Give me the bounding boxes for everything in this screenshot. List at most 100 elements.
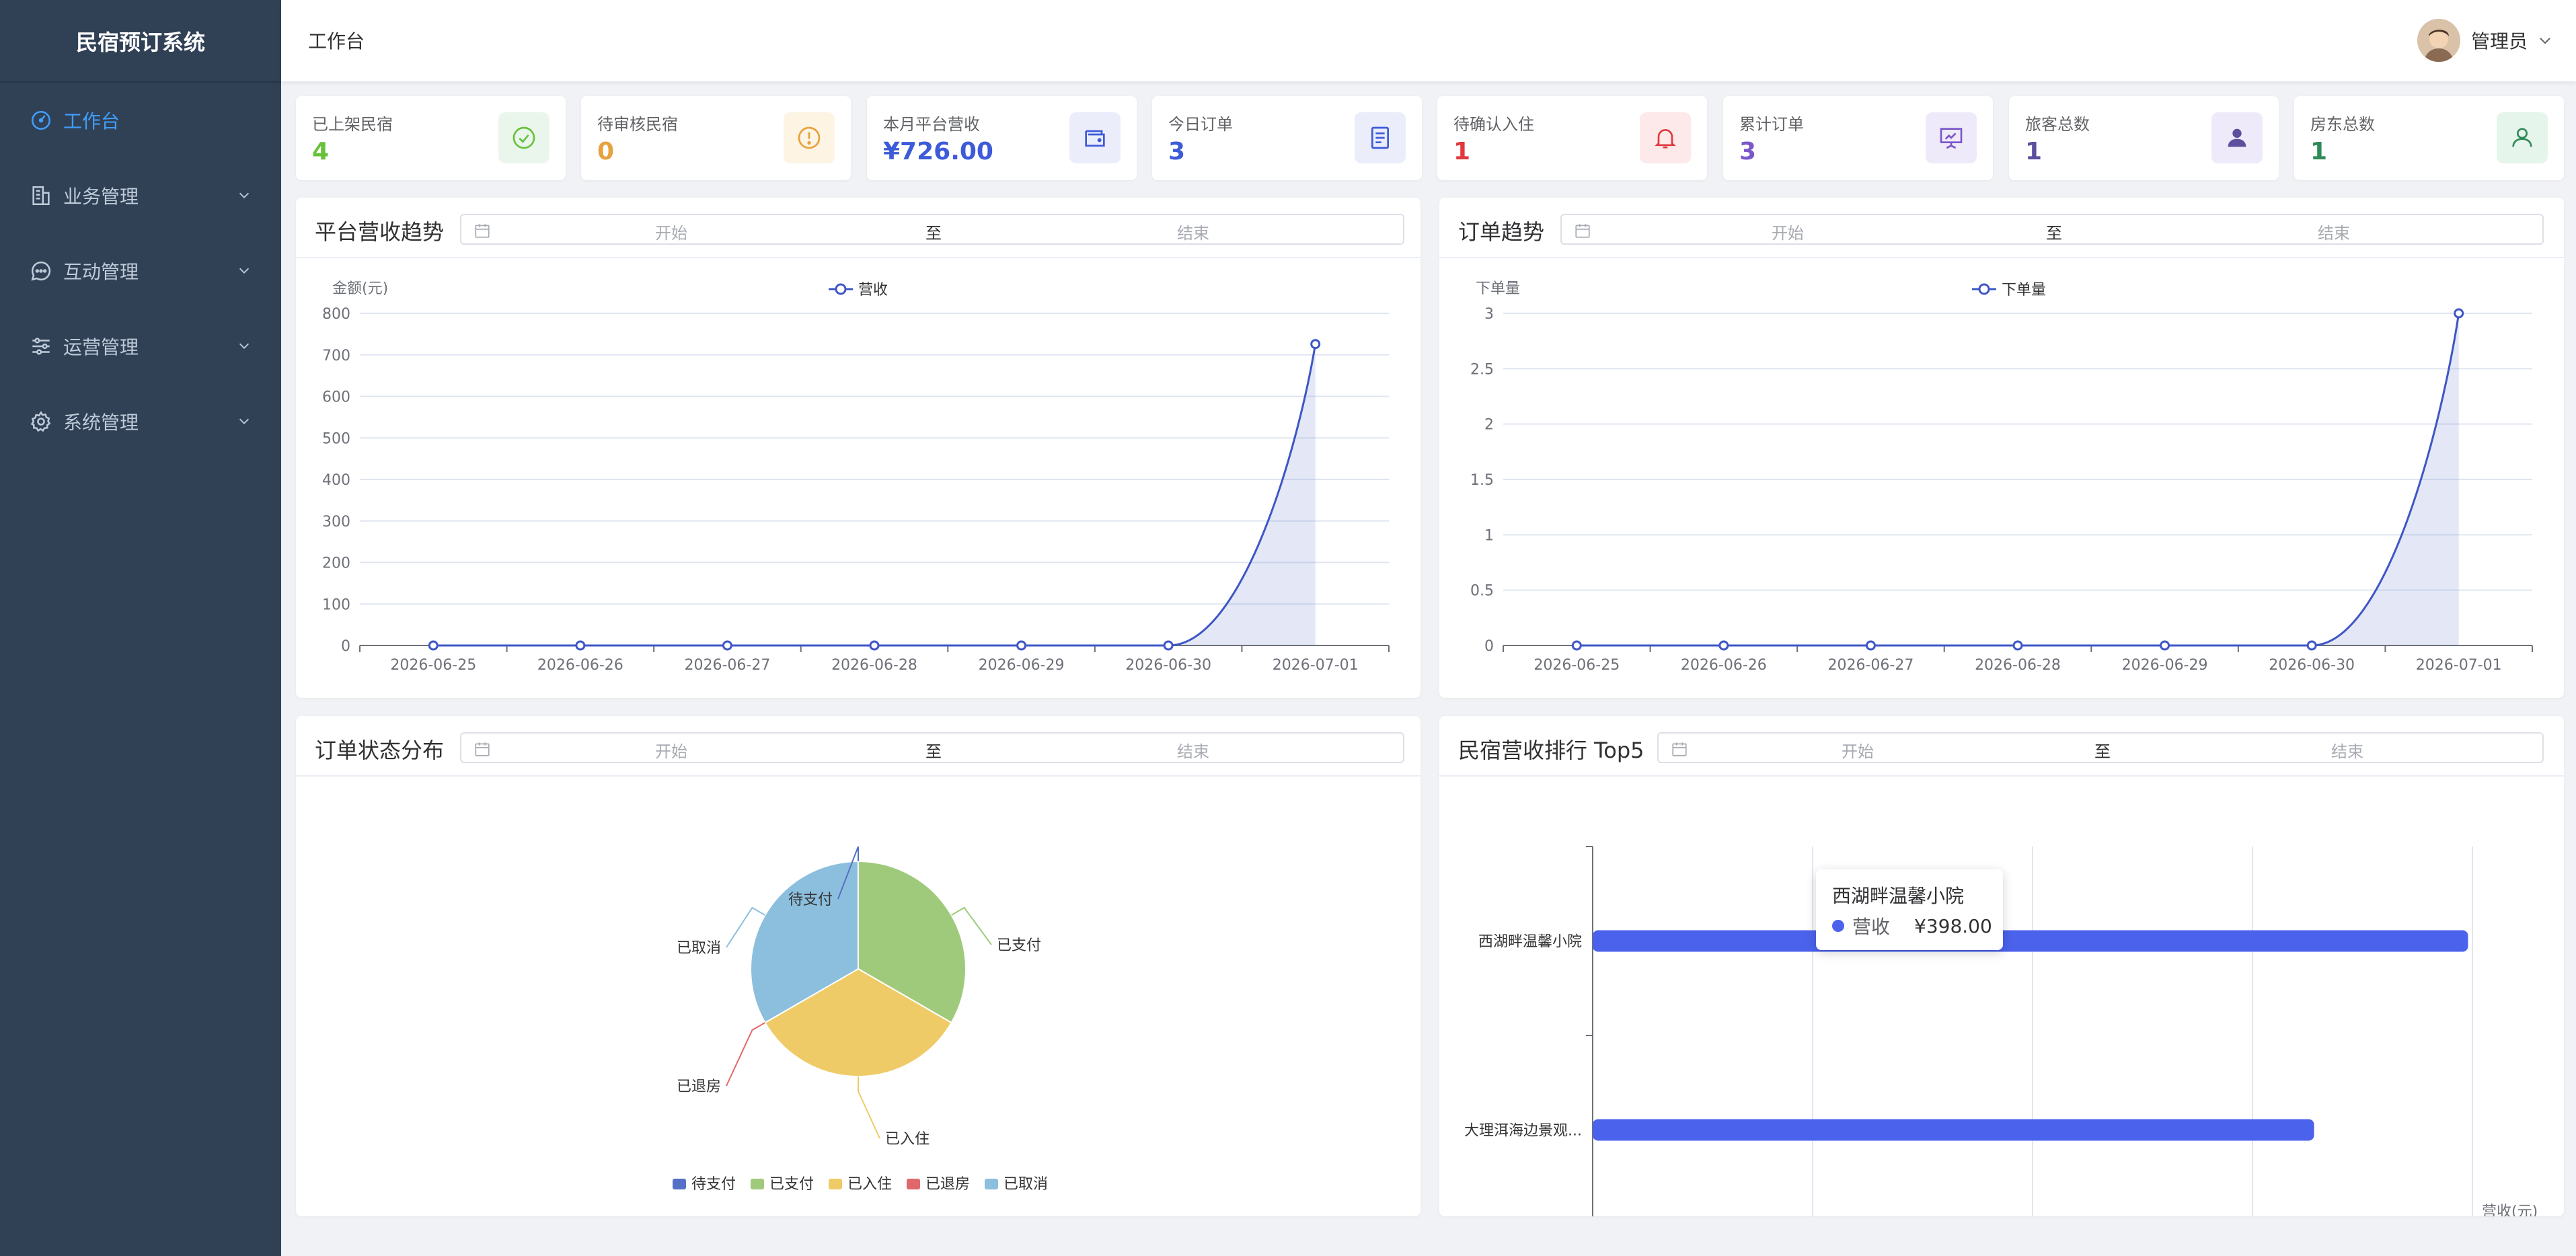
- sliders-icon: [32, 338, 50, 355]
- panel-header: 订单状态分布 开始 至 结束: [296, 716, 1420, 777]
- chevron-down-icon: [239, 192, 250, 198]
- user-name: 管理员: [2470, 30, 2528, 52]
- wallet-icon: [1069, 112, 1121, 163]
- date-separator: 至: [2046, 224, 2062, 243]
- stat-label: 已上架民宿: [312, 115, 393, 134]
- panel-order-trend: 订单趋势 开始 至 结束 0 0.5 1 1.5 2 2.5 3 下单量 下单量 2026-06-…: [1439, 198, 2564, 698]
- date-separator: 至: [925, 224, 942, 243]
- legend-swatch: [673, 1179, 686, 1189]
- data-point: [1718, 640, 1729, 651]
- date-end-input[interactable]: 结束: [2318, 220, 2350, 243]
- date-end-input[interactable]: 结束: [2331, 738, 2363, 762]
- stat-value: 1: [2310, 138, 2328, 165]
- panel-top5-revenue: 民宿营收排行 Top5 开始 至 结束 0100200300400营收(元)西湖…: [1439, 716, 2564, 1216]
- user-menu[interactable]: 管理员: [2417, 19, 2553, 62]
- panel-title: 订单状态分布: [315, 738, 445, 763]
- y-tick-label: 1: [1484, 527, 1494, 544]
- y-tick-label: 700: [322, 348, 350, 364]
- tooltip-title: 西湖畔温馨小院: [1832, 885, 1965, 907]
- chevron-down-icon: [239, 418, 250, 424]
- chevron-down-icon: [2540, 38, 2550, 44]
- stat-value: 4: [312, 138, 330, 165]
- y-tick-label: 300: [322, 514, 350, 531]
- legend-swatch: [829, 1179, 842, 1189]
- date-end-input[interactable]: 结束: [1177, 220, 1209, 243]
- panel-revenue-trend: 平台营收趋势 开始 至 结束 0 100 200 300 400 500 600 700 800…: [296, 198, 1420, 698]
- data-point: [428, 640, 439, 651]
- tooltip-series: 营收: [1852, 916, 1891, 938]
- x-tick-label: 2026-06-28: [831, 657, 917, 674]
- x-tick-label: 2026-06-26: [1681, 657, 1767, 674]
- stat-value: ¥726.00: [883, 138, 993, 165]
- x-tick-label: 2026-06-30: [2269, 657, 2355, 674]
- order-status-pie-chart: 待支付已支付已入住已退房已取消待支付 已支付 已入住 已退房 已取消: [673, 846, 1048, 1193]
- calendar-icon: [475, 742, 490, 756]
- sidebar-item-system[interactable]: 系统管理: [0, 384, 281, 459]
- date-end-input[interactable]: 结束: [1177, 738, 1209, 762]
- y-tick-label: 100: [322, 596, 350, 613]
- stat-label: 旅客总数: [2025, 115, 2090, 134]
- pie-label: 已取消: [677, 940, 721, 957]
- date-range-picker[interactable]: 开始 至 结束: [1657, 732, 2544, 763]
- y-tick-label: 西湖畔温馨小院: [1478, 934, 1582, 951]
- panel-order-status: 订单状态分布 开始 至 结束 待支付 已支付 已入住 已退房 已取消 待支付 已支付 已入住已…: [296, 716, 1420, 1216]
- date-start-input[interactable]: 开始: [1772, 220, 1804, 243]
- sidebar-item-dashboard[interactable]: 工作台: [0, 83, 281, 158]
- date-start-input[interactable]: 开始: [1842, 738, 1874, 762]
- top-header: 工作台 管理员: [281, 0, 2576, 81]
- sidebar-item-label: 运营管理: [63, 336, 139, 358]
- date-separator: 至: [925, 742, 942, 761]
- date-range-picker[interactable]: 开始 至 结束: [460, 732, 1404, 763]
- legend-swatch: [751, 1179, 764, 1189]
- panel-header: 民宿营收排行 Top5 开始 至 结束: [1439, 716, 2564, 777]
- presentation-icon: [1926, 112, 1977, 163]
- sidebar-item-label: 系统管理: [63, 411, 139, 434]
- y-tick-label: 600: [322, 389, 350, 406]
- sidebar-item-interaction[interactable]: 互动管理: [0, 233, 281, 309]
- y-tick-label: 1.5: [1470, 472, 1494, 489]
- panel-title: 订单趋势: [1458, 219, 1545, 245]
- legend-label: 营收: [858, 282, 888, 299]
- x-axis-label: 营收(元): [2482, 1204, 2538, 1216]
- top5-bar-chart: 0100200300400营收(元)西湖畔温馨小院大理洱海边景观...: [1464, 846, 2538, 1216]
- stat-card-monthly-revenue: 本月平台营收 ¥726.00: [867, 96, 1137, 180]
- y-tick-label: 400: [322, 472, 350, 489]
- data-point: [2012, 640, 2023, 651]
- bar: [1593, 930, 2468, 952]
- chat-icon: [31, 261, 51, 281]
- legend-label: 待支付: [691, 1176, 736, 1193]
- date-range-picker[interactable]: 开始 至 结束: [460, 214, 1404, 245]
- calendar-icon: [1672, 742, 1687, 756]
- y-tick-label: 0.5: [1470, 583, 1494, 600]
- date-separator: 至: [2094, 742, 2111, 761]
- pie-leader-line: [858, 1076, 880, 1139]
- x-tick-label: 2026-06-25: [390, 657, 476, 674]
- sidebar-item-business[interactable]: 业务管理: [0, 158, 281, 233]
- data-point: [1310, 339, 1321, 350]
- data-point: [1163, 640, 1174, 651]
- date-start-input[interactable]: 开始: [655, 738, 687, 762]
- legend-label: 已取消: [1003, 1176, 1048, 1193]
- legend-label: 已退房: [925, 1176, 970, 1193]
- data-point: [2454, 308, 2464, 319]
- panel-header: 订单趋势 开始 至 结束: [1439, 198, 2564, 258]
- y-axis-label: 金额(元): [332, 280, 388, 297]
- sidebar: 民宿预订系统 工作台 业务管理 互动管理 运营管理 系统管理: [0, 0, 281, 1256]
- sidebar-item-label: 工作台: [63, 110, 120, 132]
- date-range-picker[interactable]: 开始 至 结束: [1560, 214, 2544, 245]
- document-icon: [1355, 112, 1406, 163]
- sidebar-item-label: 互动管理: [63, 261, 139, 283]
- legend-label: 下单量: [2002, 282, 2046, 299]
- tooltip-row: 营收 ¥398.00: [1832, 912, 1992, 939]
- tooltip-marker: [1832, 920, 1844, 932]
- x-tick-label: 2026-07-01: [1273, 657, 1359, 674]
- legend-marker: [1978, 283, 1990, 295]
- gear-icon: [30, 411, 51, 432]
- series-area: [433, 344, 1316, 645]
- date-start-input[interactable]: 开始: [655, 220, 687, 243]
- y-axis-label: 下单量: [1476, 280, 1520, 297]
- calendar-icon: [1575, 224, 1590, 238]
- sidebar-item-operations[interactable]: 运营管理: [0, 309, 281, 384]
- stat-label: 今日订单: [1168, 115, 1233, 134]
- y-tick-label: 大理洱海边景观...: [1464, 1123, 1582, 1140]
